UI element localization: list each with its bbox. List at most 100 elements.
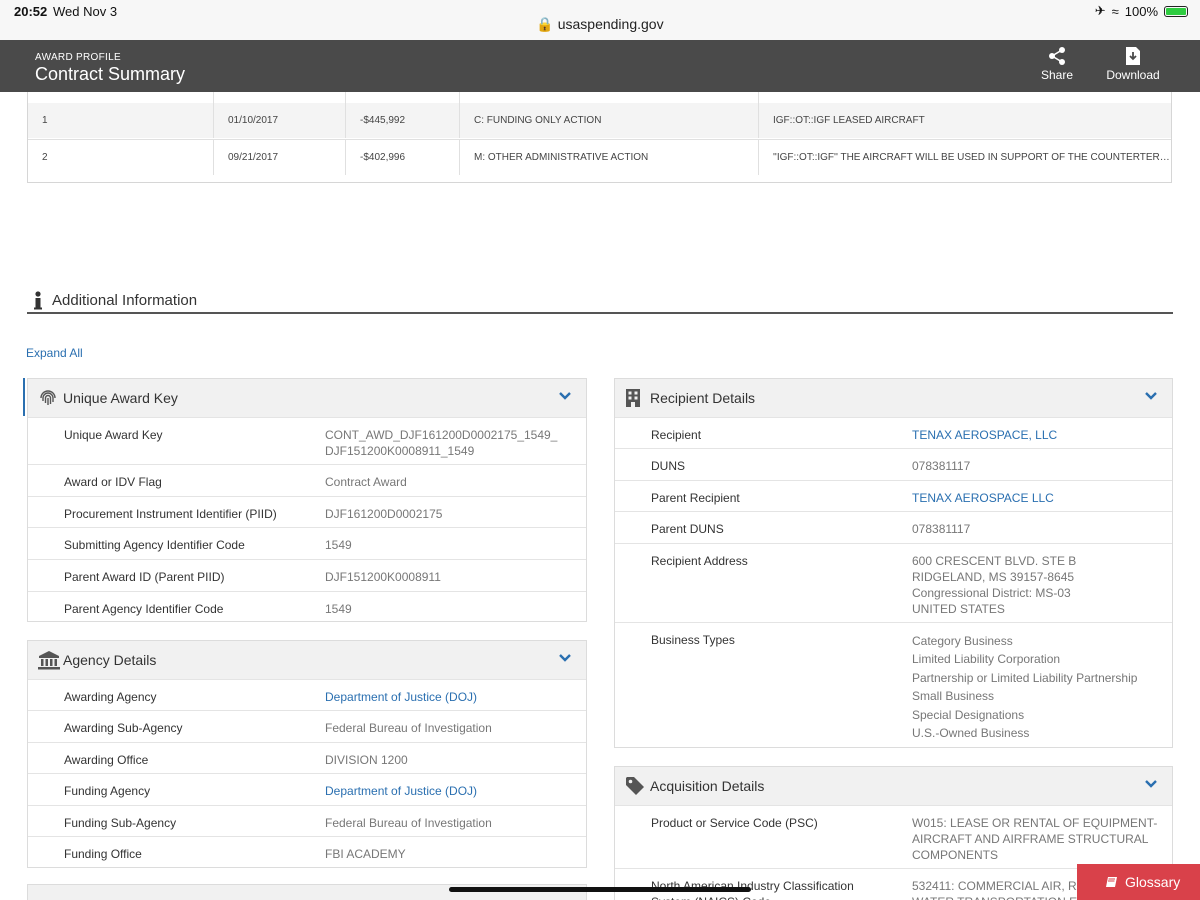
expand-all-link[interactable]: Expand All [26,346,83,360]
business-types-list: Category Business Limited Liability Corp… [912,632,1152,742]
detail-row: Recipient Address 600 CRESCENT BLVD. STE… [615,543,1172,622]
chevron-down-icon[interactable] [1144,779,1158,789]
detail-row: Parent Award ID (Parent PIID) DJF151200K… [28,559,586,591]
awarding-agency-link[interactable]: Department of Justice (DOJ) [325,689,565,705]
detail-row: Parent Agency Identifier Code 1549 [28,591,586,622]
chevron-down-icon[interactable] [558,653,572,663]
detail-label: Funding Agency [64,784,151,798]
detail-row: Funding Sub-Agency Federal Bureau of Inv… [28,805,586,836]
table-cell [345,92,459,103]
lock-icon: 🔒 [536,16,554,32]
panel-header-unique-award-key[interactable]: Unique Award Key [28,379,586,417]
header-subtitle: AWARD PROFILE [35,52,121,63]
detail-row: Parent DUNS 078381117 [615,511,1172,543]
battery-percent: 100% [1124,3,1158,19]
tag-icon [626,777,644,795]
address-line: 600 CRESCENT BLVD. STE B [912,554,1077,568]
glossary-button[interactable]: Glossary [1077,864,1200,900]
funding-agency-link[interactable]: Department of Justice (DOJ) [325,783,565,799]
detail-label: Parent DUNS [651,522,724,536]
detail-value: DIVISION 1200 [325,753,408,767]
wifi-icon: ≈ [1111,3,1119,19]
table-row[interactable]: 1 01/10/2017 -$445,992 C: FUNDING ONLY A… [28,103,1171,138]
recipient-details-panel: Recipient Details Recipient TENAX AEROSP… [614,378,1173,748]
detail-label: Procurement Instrument Identifier (PIID) [64,507,277,521]
detail-row: Funding Office FBI ACADEMY [28,836,586,868]
page-title: Contract Summary [35,64,186,84]
detail-label: Awarding Agency [64,690,157,704]
detail-value: Contract Award [325,475,407,489]
list-item: Small Business [912,689,995,704]
detail-label: Parent Award ID (Parent PIID) [64,570,225,584]
home-indicator[interactable] [449,887,751,892]
detail-label: Awarding Office [64,753,149,767]
detail-label: Awarding Sub-Agency [64,721,183,735]
download-button[interactable]: Download [1100,46,1166,82]
detail-label: Submitting Agency Identifier Code [64,538,245,552]
download-label: Download [1106,68,1160,82]
detail-value: 078381117 [912,522,971,536]
panel-title: Recipient Details [650,390,756,406]
share-icon [1049,47,1065,65]
book-icon [1106,877,1117,887]
agency-details-panel: Agency Details Awarding Agency Departmen… [27,640,587,868]
detail-label: Award or IDV Flag [64,475,162,489]
address-line: RIDGELAND, MS 39157-8645 [912,570,1075,584]
panel-title: Unique Award Key [63,390,178,406]
detail-value: DJF161200D0002175 [325,507,443,521]
address-line: UNITED STATES [912,602,1005,616]
additional-information-heading: Additional Information [27,289,1173,314]
battery-icon [1164,5,1188,17]
section-title: Additional Information [52,292,198,309]
detail-label: Recipient Address [651,554,748,568]
description: ''IGF::OT::IGF'' THE AIRCRAFT WILL BE US… [758,140,1171,175]
table-cell [213,92,345,103]
table-row[interactable]: 2 09/21/2017 -$402,996 M: OTHER ADMINIST… [28,139,1171,175]
detail-value: Federal Bureau of Investigation [325,816,492,830]
detail-label: Funding Office [64,847,142,861]
status-indicators: ✈ ≈ 100% [1095,3,1188,19]
list-item: Partnership or Limited Liability Partner… [912,670,1138,685]
detail-row: Funding Agency Department of Justice (DO… [28,773,586,805]
parent-recipient-link[interactable]: TENAX AEROSPACE LLC [912,490,1152,506]
fingerprint-icon [40,390,56,405]
info-icon [34,291,42,310]
detail-label: Business Types [651,633,735,647]
list-item: Category Business [912,634,1013,648]
detail-value: 1549 [325,538,352,552]
chevron-down-icon[interactable] [1144,391,1158,401]
table-cell [758,92,1171,103]
detail-row: DUNS 078381117 [615,448,1172,480]
list-item: Special Designations [912,707,1025,722]
url-text: usaspending.gov [557,16,664,32]
detail-label: DUNS [651,459,686,473]
detail-label: Parent Recipient [651,491,740,505]
share-button[interactable]: Share [1036,46,1078,82]
detail-label: Parent Agency Identifier Code [64,602,224,616]
panel-header-agency-details[interactable]: Agency Details [28,641,586,679]
panel-header-recipient-details[interactable]: Recipient Details [615,379,1172,417]
detail-value: 078381117 [912,459,971,473]
detail-row: Product or Service Code (PSC) W015: LEAS… [615,805,1172,868]
unique-award-key-panel: Unique Award Key Unique Award Key CONT_A… [27,378,587,622]
detail-row: Parent Recipient TENAX AEROSPACE LLC [615,480,1172,511]
mod-number: 1 [42,115,48,126]
table-cell [28,92,213,103]
description: IGF::OT::IGF LEASED AIRCRAFT [758,103,1171,138]
glossary-label: Glossary [1125,874,1181,890]
panel-header-acquisition-details[interactable]: Acquisition Details [615,767,1172,805]
detail-value: 1549 [325,602,352,616]
ios-status-bar: 20:52 Wed Nov 3 🔒 usaspending.gov ✈ ≈ 10… [0,0,1200,40]
amount: -$402,996 [345,140,459,175]
address-line: Congressional District: MS-03 [912,586,1071,600]
chevron-down-icon[interactable] [558,391,572,401]
detail-row: Recipient TENAX AEROSPACE, LLC [615,417,1172,448]
recipient-link[interactable]: TENAX AEROSPACE, LLC [912,427,1152,443]
transaction-history-table: 1 01/10/2017 -$445,992 C: FUNDING ONLY A… [27,92,1172,183]
list-item: U.S.-Owned Business [912,726,1030,741]
address-bar[interactable]: 🔒 usaspending.gov [0,16,1200,33]
action-type: C: FUNDING ONLY ACTION [459,103,758,138]
panel-title: Acquisition Details [650,778,765,794]
detail-row: Procurement Instrument Identifier (PIID)… [28,496,586,527]
focus-accent [23,378,25,416]
